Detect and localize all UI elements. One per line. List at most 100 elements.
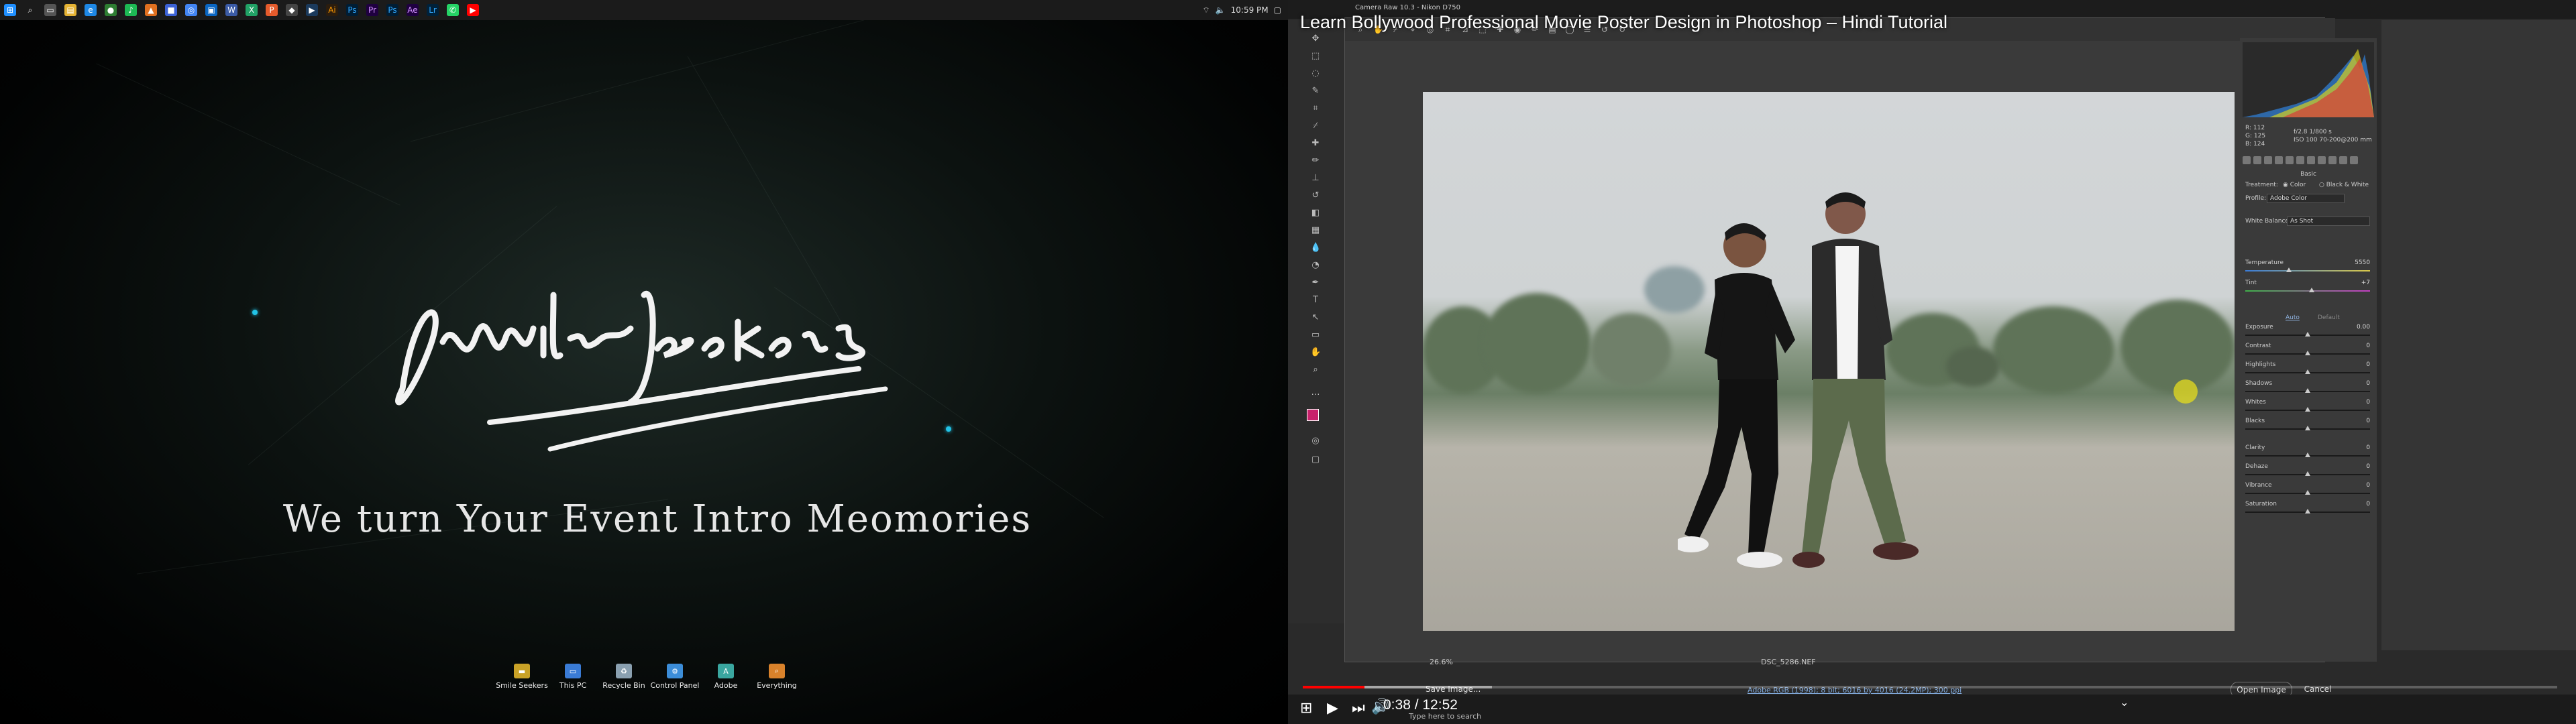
detail-tab-icon[interactable] (2264, 156, 2272, 164)
slider-value[interactable]: 0.00 (2357, 324, 2370, 330)
zoom-level[interactable]: 26.6% (1430, 658, 1453, 666)
next-icon[interactable]: ⏭ (1352, 700, 1365, 717)
photoshop-icon[interactable]: Ps (346, 4, 358, 16)
slider-value[interactable]: 0 (2366, 418, 2370, 424)
desktop-icon-control-panel[interactable]: ⚙ Control Panel (651, 664, 699, 690)
move-tool-icon[interactable]: ✥ (1310, 34, 1321, 44)
slider-track[interactable] (2245, 369, 2370, 374)
slider-value[interactable]: +7 (2361, 280, 2370, 286)
youtube-icon[interactable]: ▶ (467, 4, 479, 16)
slider-track[interactable] (2245, 407, 2370, 412)
notification-icon[interactable]: ▢ (1274, 5, 1281, 15)
calibration-tab-icon[interactable] (2328, 156, 2337, 164)
transform-tab-icon[interactable] (2307, 156, 2315, 164)
treatment-bw-radio[interactable]: ○ Black & White (2319, 182, 2369, 188)
spotify-icon[interactable]: ♪ (125, 4, 137, 16)
zoom-tool-icon[interactable]: ⌕ (1310, 365, 1321, 375)
effects-tab-icon[interactable] (2318, 156, 2326, 164)
volume-icon[interactable]: 🔈 (1216, 5, 1226, 15)
dodge-tool-icon[interactable]: ◔ (1310, 260, 1321, 271)
slider-thumb[interactable] (2305, 369, 2310, 374)
illustrator-icon[interactable]: Ai (326, 4, 338, 16)
lens-tab-icon[interactable] (2296, 156, 2304, 164)
app-icon[interactable]: P (266, 4, 278, 16)
profile-dropdown[interactable]: Adobe Color (2267, 194, 2345, 203)
search-icon[interactable]: ⌕ (24, 4, 36, 16)
chevron-down-icon[interactable]: ⌄ (2120, 696, 2129, 709)
slider-thumb[interactable] (2305, 452, 2310, 457)
tone-curve-tab-icon[interactable] (2253, 156, 2261, 164)
whatsapp-icon[interactable]: ✆ (447, 4, 459, 16)
slider-track[interactable] (2245, 351, 2370, 355)
slider-track[interactable] (2245, 509, 2370, 514)
slider-thumb[interactable] (2305, 426, 2310, 430)
slider-value[interactable]: 0 (2366, 343, 2370, 349)
stamp-tool-icon[interactable]: ⊥ (1310, 173, 1321, 184)
type-tool-icon[interactable]: T (1310, 295, 1321, 306)
crop-tool-icon[interactable]: ⌗ (1310, 103, 1321, 114)
quick-select-tool-icon[interactable]: ✎ (1310, 86, 1321, 97)
slider-thumb[interactable] (2305, 332, 2310, 337)
more-tools-icon[interactable]: … (1310, 387, 1321, 398)
app-icon[interactable]: ▣ (205, 4, 217, 16)
slider-value[interactable]: 0 (2366, 380, 2370, 387)
app-icon[interactable]: Lr (427, 4, 439, 16)
slider-track[interactable] (2245, 267, 2370, 272)
play-icon[interactable]: ▶ (1327, 700, 1338, 717)
app-icon[interactable]: ● (105, 4, 117, 16)
app-icon[interactable]: W (225, 4, 237, 16)
hand-tool-icon[interactable]: ✋ (1310, 347, 1321, 358)
treatment-color-radio[interactable]: ◉ Color (2283, 182, 2306, 188)
slider-track[interactable] (2245, 426, 2370, 430)
marquee-tool-icon[interactable]: ⬚ (1310, 51, 1321, 62)
foreground-color-swatch[interactable] (1307, 409, 1319, 421)
slider-value[interactable]: 5550 (2355, 259, 2370, 266)
healing-tool-icon[interactable]: ✚ (1310, 138, 1321, 149)
app-icon[interactable]: ◆ (286, 4, 298, 16)
slider-track[interactable] (2245, 332, 2370, 337)
desktop-icon-this-pc[interactable]: ▭ This PC (555, 664, 590, 690)
slider-thumb[interactable] (2305, 490, 2310, 495)
screen-mode-icon[interactable]: ▢ (1310, 455, 1321, 465)
brush-tool-icon[interactable]: ✏ (1310, 156, 1321, 166)
app-icon[interactable]: ■ (165, 4, 177, 16)
lasso-tool-icon[interactable]: ◌ (1310, 68, 1321, 79)
slider-value[interactable]: 0 (2366, 399, 2370, 406)
slider-thumb[interactable] (2308, 288, 2314, 292)
slider-thumb[interactable] (2305, 407, 2310, 412)
slider-thumb[interactable] (2286, 267, 2292, 272)
slider-thumb[interactable] (2305, 351, 2310, 355)
quick-mask-icon[interactable]: ◎ (1310, 436, 1321, 446)
file-explorer-icon[interactable]: ▤ (64, 4, 76, 16)
hsl-tab-icon[interactable] (2275, 156, 2283, 164)
slider-value[interactable]: 0 (2366, 361, 2370, 368)
slider-value[interactable]: 0 (2366, 501, 2370, 507)
slider-value[interactable]: 0 (2366, 463, 2370, 470)
gradient-tool-icon[interactable]: ▦ (1310, 225, 1321, 236)
slider-thumb[interactable] (2305, 509, 2310, 514)
slider-value[interactable]: 0 (2366, 444, 2370, 451)
path-select-icon[interactable]: ↖ (1310, 312, 1321, 323)
slider-track[interactable] (2245, 490, 2370, 495)
basic-tab-icon[interactable] (2243, 156, 2251, 164)
shape-tool-icon[interactable]: ▭ (1310, 330, 1321, 341)
desktop-icon-recycle-bin[interactable]: ♻ Recycle Bin (602, 664, 645, 690)
chrome-icon[interactable]: ◎ (185, 4, 197, 16)
slider-value[interactable]: 0 (2366, 482, 2370, 489)
slider-thumb[interactable] (2305, 388, 2310, 393)
white-balance-dropdown[interactable]: As Shot (2287, 217, 2370, 226)
snapshots-tab-icon[interactable] (2350, 156, 2358, 164)
blur-tool-icon[interactable]: 💧 (1310, 243, 1321, 253)
slider-track[interactable] (2245, 471, 2370, 476)
task-view-icon[interactable]: ▭ (44, 4, 56, 16)
clock[interactable]: 10:59 PM (1231, 5, 1269, 15)
raw-image-preview[interactable] (1423, 92, 2235, 631)
slider-track[interactable] (2245, 452, 2370, 457)
eyedropper-tool-icon[interactable]: ⌿ (1310, 121, 1321, 131)
slider-thumb[interactable] (2305, 471, 2310, 476)
desktop-icon-everything[interactable]: ⌕ Everything (757, 664, 797, 690)
pen-tool-icon[interactable]: ✒ (1310, 278, 1321, 288)
video-progress-bar[interactable] (1303, 686, 2557, 688)
photoshop-icon[interactable]: Ps (386, 4, 398, 16)
windows-logo-icon[interactable]: ⊞ (1300, 700, 1312, 717)
